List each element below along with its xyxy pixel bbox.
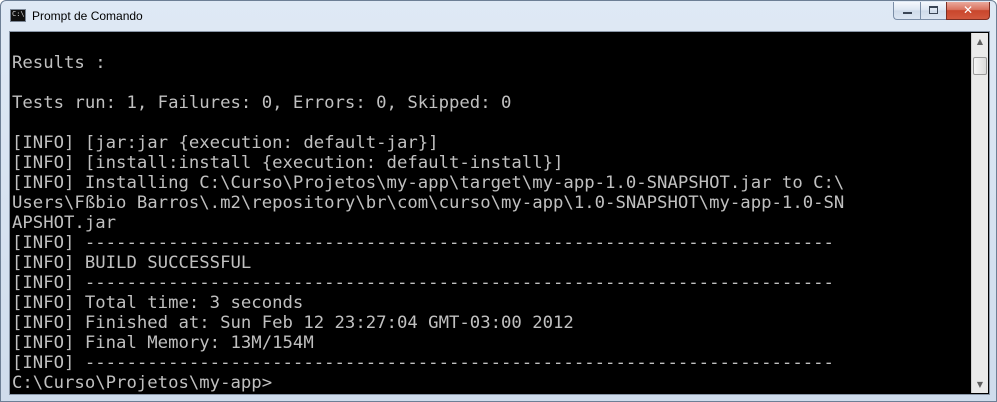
console-line: [INFO] [jar:jar {execution: default-jar}…: [12, 133, 439, 153]
maximize-icon: [929, 6, 938, 14]
console-line: [INFO] Total time: 3 seconds: [12, 293, 304, 313]
console-line: [INFO] ---------------------------------…: [12, 273, 834, 293]
console-line: [INFO] ---------------------------------…: [12, 353, 834, 373]
scrollbar-thumb[interactable]: [973, 57, 987, 75]
minimize-icon: [903, 12, 912, 14]
command-prompt-window: C:\ Prompt de Comando ✕ Results : Tests …: [0, 0, 997, 402]
console-line: [INFO] [install:install {execution: defa…: [12, 153, 564, 173]
maximize-button[interactable]: [920, 2, 946, 20]
console-output[interactable]: Results : Tests run: 1, Failures: 0, Err…: [11, 33, 972, 393]
console-app-icon-label: C:\: [12, 10, 25, 18]
close-button[interactable]: ✕: [946, 2, 990, 20]
console-app-icon[interactable]: C:\: [10, 9, 26, 22]
vertical-scrollbar[interactable]: ▲ ▼: [971, 33, 988, 393]
console-line: [INFO] BUILD SUCCESSFUL: [12, 253, 252, 273]
console-line: APSHOT.jar: [12, 213, 117, 233]
close-icon: ✕: [962, 3, 974, 17]
console-line: [INFO] Final Memory: 13M/154M: [12, 333, 314, 353]
window-title: Prompt de Comando: [32, 9, 143, 23]
scroll-down-icon[interactable]: ▼: [972, 376, 988, 393]
console-line: [INFO] Finished at: Sun Feb 12 23:27:04 …: [12, 313, 574, 333]
console-area[interactable]: Results : Tests run: 1, Failures: 0, Err…: [9, 31, 990, 395]
scroll-up-icon[interactable]: ▲: [972, 33, 988, 50]
window-controls: ✕: [893, 2, 990, 21]
console-line: Results :: [12, 53, 106, 73]
console-prompt-line[interactable]: C:\Curso\Projetos\my-app>: [12, 373, 272, 393]
console-line: Users\Fßbio Barros\.m2\repository\br\com…: [12, 193, 845, 213]
title-bar[interactable]: C:\ Prompt de Comando ✕: [1, 1, 996, 31]
minimize-button[interactable]: [893, 2, 920, 20]
console-line: Tests run: 1, Failures: 0, Errors: 0, Sk…: [12, 93, 512, 113]
console-line: [INFO] ---------------------------------…: [12, 233, 834, 253]
console-line: [INFO] Installing C:\Curso\Projetos\my-a…: [12, 173, 845, 193]
